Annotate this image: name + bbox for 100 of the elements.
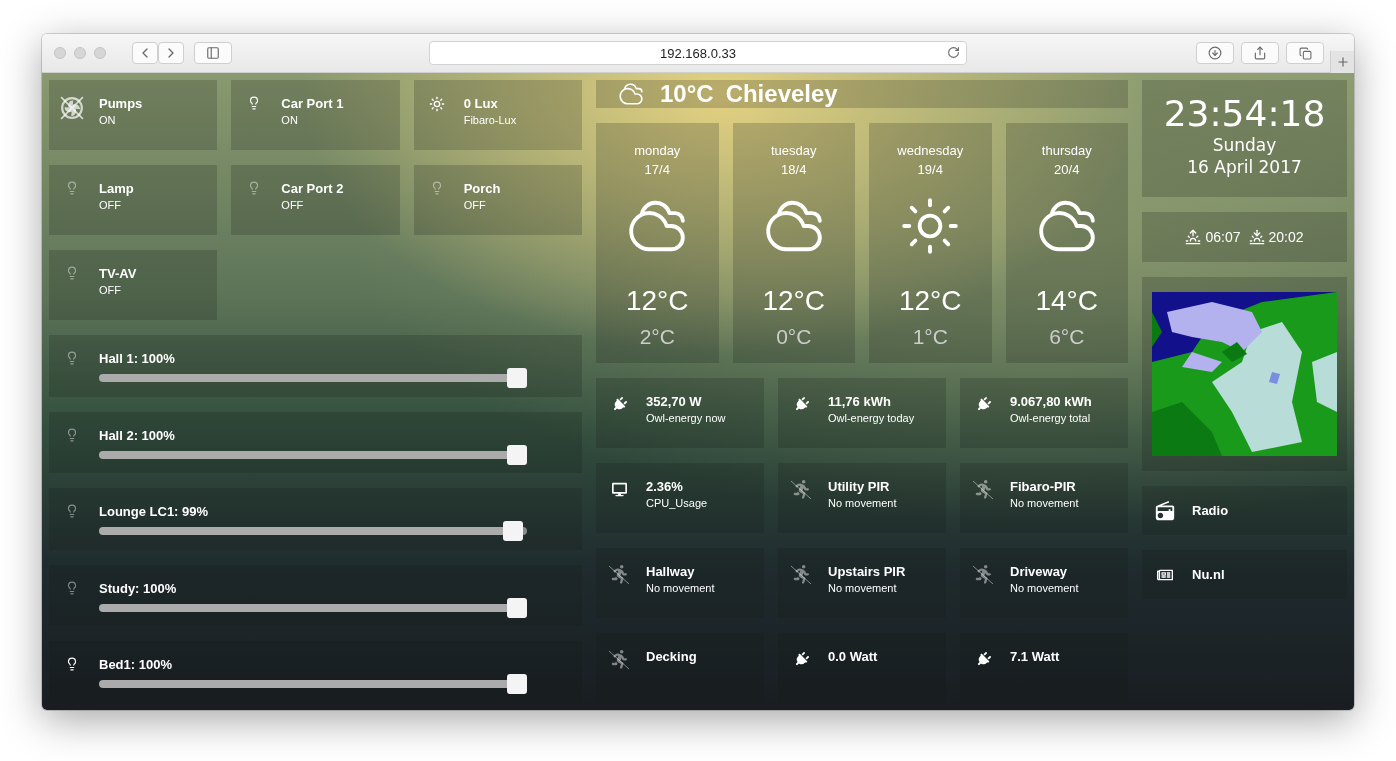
sensor-label: No movement	[828, 497, 897, 509]
dimmer-label: Lounge LC1: 99%	[99, 504, 210, 520]
device-status: Fibaro-Lux	[463, 114, 517, 126]
switch-tile[interactable]: 0 Lux Fibaro-Lux	[413, 80, 582, 150]
slider[interactable]	[99, 521, 527, 542]
device-name: Car Port 2	[281, 181, 344, 196]
dimmer-label: Study: 100%	[99, 580, 178, 596]
running-figure-icon	[972, 479, 994, 501]
sidebar-button[interactable]	[194, 42, 232, 64]
device-name: Porch	[463, 181, 501, 196]
forecast-date: 19/4	[917, 162, 943, 177]
plus-icon	[1335, 55, 1350, 69]
device-status: OFF	[99, 199, 122, 211]
running-figure-icon	[790, 564, 812, 586]
sensor-label: No movement	[1010, 582, 1079, 594]
share-icon	[1253, 46, 1267, 60]
sensor-label: CPU_Usage	[646, 497, 708, 509]
slider-thumb[interactable]	[507, 444, 527, 465]
sensor-value: Driveway	[1010, 564, 1069, 579]
high-temperature: 12°C	[625, 285, 689, 317]
high-temperature: 14°C	[1035, 285, 1099, 317]
slider[interactable]	[99, 444, 527, 465]
clock-day: Sunday	[1212, 134, 1277, 156]
tabs-icon	[1298, 46, 1312, 60]
forecast-date: 17/4	[644, 162, 670, 177]
device-status: ON	[281, 114, 299, 126]
running-figure-icon	[972, 564, 994, 586]
dimmer-label: Hall 1: 100%	[99, 351, 176, 366]
download-button[interactable]	[1196, 42, 1234, 64]
slider-thumb[interactable]	[502, 521, 523, 542]
url-text: 192.168.0.33	[660, 45, 736, 61]
slider[interactable]	[99, 674, 527, 695]
sensor-label: No movement	[828, 582, 898, 594]
link-label: Nu.nl	[1192, 567, 1225, 582]
download-icon	[1208, 46, 1222, 60]
sensor-label: Owl-energy now	[646, 412, 726, 424]
link-label: Radio	[1192, 503, 1229, 518]
slider-thumb[interactable]	[507, 597, 527, 618]
share-button[interactable]	[1241, 42, 1279, 64]
sensor-value: 352,70 W	[646, 394, 703, 409]
high-temperature: 12°C	[762, 285, 826, 317]
running-figure-icon	[790, 479, 812, 501]
switch-tile[interactable]: Lamp OFF	[49, 165, 218, 235]
switch-tile[interactable]: Porch OFF	[413, 165, 582, 235]
weekday: tuesday	[770, 143, 817, 158]
sensor-value: Utility PIR	[828, 479, 891, 494]
weekday: thursday	[1041, 143, 1092, 158]
device-name: TV-AV	[99, 266, 137, 281]
sensor-label: Owl-energy today	[828, 412, 915, 424]
sensor-value: Decking	[646, 649, 697, 664]
sensor-value: Upstairs PIR	[828, 564, 906, 579]
radio-icon	[1154, 499, 1176, 522]
weekday: wednesday	[897, 143, 964, 158]
dimmer-label: Bed1: 100%	[99, 657, 173, 673]
switch-tile[interactable]: Car Port 2 OFF	[231, 165, 400, 235]
device-name: 0 Lux	[463, 96, 499, 111]
slider-thumb[interactable]	[507, 368, 527, 388]
link-tile[interactable]: Nu.nl	[1142, 550, 1347, 599]
device-status: OFF	[463, 199, 487, 211]
sensor-value: 0.0 Watt	[828, 649, 878, 664]
low-temperature: 1°C	[912, 325, 948, 349]
address-bar[interactable]: 192.168.0.33	[429, 41, 967, 65]
sunset-icon	[1248, 229, 1265, 245]
sensor-value: 11,76 kWh	[828, 394, 892, 409]
switch-tile[interactable]: Car Port 1 ON	[231, 80, 400, 150]
sensor-value: 9.067,80 kWh	[1010, 394, 1092, 409]
running-figure-icon	[608, 649, 630, 671]
tabs-button[interactable]	[1286, 42, 1324, 64]
clock-time: 23:54:18	[1163, 94, 1326, 134]
device-name: Car Port 1	[281, 96, 344, 111]
sidebar-icon	[206, 46, 220, 60]
sensor-value: 2.36%	[646, 479, 684, 494]
monitor-icon	[611, 482, 627, 497]
forecast-date: 20/4	[1054, 162, 1080, 177]
sensor-label: Owl-energy total	[1010, 412, 1092, 424]
sensor-label: No movement	[1010, 497, 1079, 509]
switch-tile[interactable]: TV-AV OFF	[49, 250, 218, 320]
sensor-value: Fibaro-PIR	[1010, 479, 1077, 494]
link-tile[interactable]: Radio	[1142, 486, 1347, 535]
slider[interactable]	[99, 597, 527, 618]
slider-thumb[interactable]	[507, 674, 527, 695]
sunrise-icon	[1185, 229, 1202, 245]
sensor-value: Hallway	[646, 564, 696, 579]
device-name: Lamp	[99, 181, 134, 196]
switch-tile[interactable]: Pumps ON	[49, 80, 218, 150]
sensor-value: 7.1 Watt	[1010, 649, 1060, 664]
low-temperature: 2°C	[639, 325, 675, 349]
low-temperature: 6°C	[1049, 325, 1085, 349]
device-name: Pumps	[99, 96, 143, 111]
running-figure-icon	[608, 564, 630, 586]
slider[interactable]	[99, 368, 527, 388]
device-status: ON	[99, 114, 117, 126]
location-name: Chieveley	[725, 80, 838, 108]
cloud-icon	[618, 81, 644, 107]
current-temperature: 10°C	[660, 80, 714, 108]
reload-icon[interactable]	[947, 46, 960, 59]
sunrise-time: 06:07	[1205, 229, 1241, 245]
sensor-label: No movement	[646, 582, 715, 594]
weekday: monday	[634, 143, 681, 158]
device-status: OFF	[99, 284, 122, 296]
